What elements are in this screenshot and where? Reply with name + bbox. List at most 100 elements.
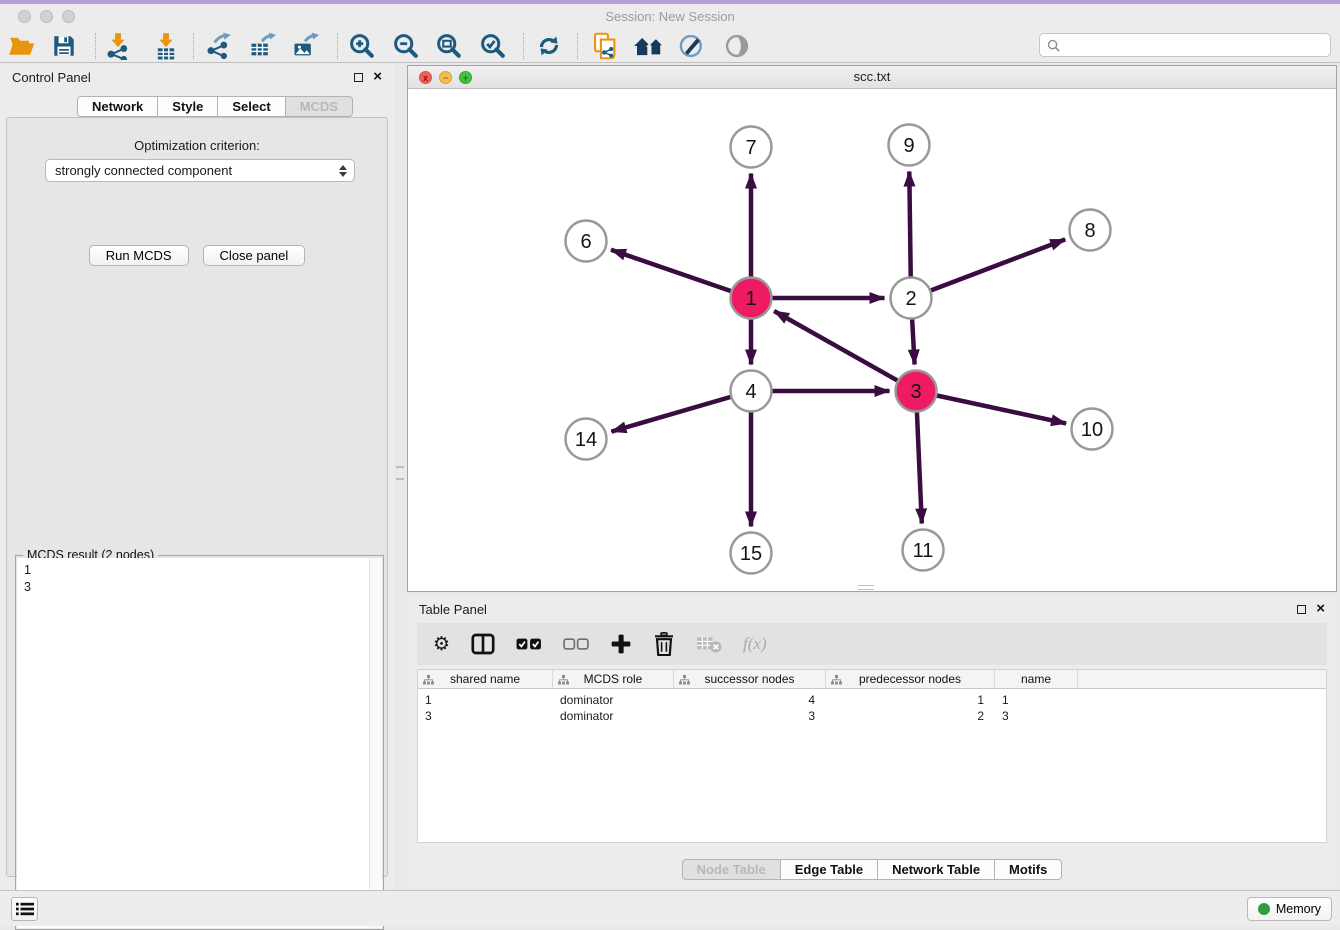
panel-splitter-grip[interactable] — [396, 466, 404, 480]
save-session-button[interactable] — [47, 31, 81, 61]
tab-node-table[interactable]: Node Table — [682, 859, 781, 880]
node-8[interactable]: 8 — [1070, 210, 1111, 251]
node-11[interactable]: 11 — [903, 530, 944, 571]
deselect-all-button[interactable] — [563, 629, 589, 659]
toolbar-separator — [523, 33, 524, 59]
window-close-button[interactable] — [18, 10, 31, 23]
network-window-titlebar[interactable]: x − + scc.txt — [408, 66, 1336, 89]
column-header-name[interactable]: name — [995, 670, 1078, 688]
table-row[interactable]: 3dominator323 — [418, 708, 1326, 724]
node-15[interactable]: 15 — [731, 533, 772, 574]
unchecked-boxes-icon — [563, 638, 589, 650]
column-header-label: predecessor nodes — [859, 672, 961, 686]
node-6[interactable]: 6 — [566, 221, 607, 262]
search-input[interactable] — [1065, 38, 1323, 53]
table-settings-button[interactable]: ⚙ — [433, 629, 450, 659]
network-view-window: x − + scc.txt 7 9 6 8 1 2 4 3 14 10 15 11 — [407, 65, 1337, 592]
edge-3-1[interactable] — [774, 311, 916, 391]
show-graphics-details-button[interactable] — [720, 31, 754, 61]
table-row[interactable]: 1dominator411 — [418, 692, 1326, 708]
zoom-fit-button[interactable] — [432, 31, 466, 61]
zoom-out-button[interactable] — [389, 31, 423, 61]
criterion-select[interactable]: strongly connected component — [45, 159, 355, 182]
delete-table-button[interactable] — [696, 629, 722, 659]
import-network-icon — [104, 32, 132, 60]
close-panel-button[interactable]: Close panel — [203, 245, 306, 266]
network-close-button[interactable]: x — [419, 71, 432, 84]
export-table-icon — [248, 32, 276, 60]
zoom-selected-icon — [478, 32, 508, 60]
float-table-panel-icon[interactable] — [1297, 605, 1306, 614]
tab-style[interactable]: Style — [157, 96, 218, 117]
svg-text:9: 9 — [903, 135, 914, 157]
network-zoom-button[interactable]: + — [459, 71, 472, 84]
result-scrollbar[interactable] — [369, 558, 382, 928]
column-header-successor-nodes[interactable]: successor nodes — [674, 670, 826, 688]
toggle-panel-layout-button[interactable] — [471, 629, 495, 659]
search-box[interactable] — [1039, 33, 1331, 57]
first-neighbors-button[interactable] — [632, 31, 666, 61]
memory-button[interactable]: Memory — [1247, 897, 1332, 921]
zoom-selected-button[interactable] — [476, 31, 510, 61]
memory-status-dot — [1258, 903, 1270, 915]
task-history-button[interactable] — [11, 897, 38, 921]
tab-select[interactable]: Select — [217, 96, 285, 117]
edge-4-14[interactable] — [611, 391, 751, 432]
zoom-fit-icon — [434, 32, 464, 60]
network-resize-grip[interactable] — [858, 585, 874, 590]
open-file-button[interactable] — [5, 31, 39, 61]
run-mcds-button[interactable]: Run MCDS — [89, 245, 189, 266]
edge-1-6[interactable] — [611, 250, 751, 298]
vizmapper-button[interactable] — [675, 31, 709, 61]
toolbar-separator — [577, 33, 578, 59]
svg-text:7: 7 — [745, 137, 756, 159]
node-14[interactable]: 14 — [566, 419, 607, 460]
edge-2-8[interactable] — [911, 239, 1065, 298]
eye-icon — [723, 34, 751, 58]
tab-network-table[interactable]: Network Table — [877, 859, 995, 880]
column-header-label: shared name — [450, 672, 520, 686]
tab-edge-table[interactable]: Edge Table — [780, 859, 878, 880]
edge-3-10[interactable] — [916, 391, 1066, 423]
column-header-mcds-role[interactable]: MCDS role — [553, 670, 674, 688]
function-builder-button[interactable]: f(x) — [743, 629, 767, 659]
export-network-button[interactable] — [201, 31, 235, 61]
export-image-button[interactable] — [288, 31, 322, 61]
apply-layout-button[interactable] — [532, 31, 566, 61]
mcds-result-group: MCDS result (2 nodes) 13 — [15, 555, 384, 930]
network-from-selection-button[interactable] — [588, 31, 622, 61]
column-header-shared-name[interactable]: shared name — [418, 670, 553, 688]
export-table-button[interactable] — [245, 31, 279, 61]
network-minimize-button[interactable]: − — [439, 71, 452, 84]
node-1[interactable]: 1 — [731, 278, 772, 319]
select-all-button[interactable] — [516, 629, 542, 659]
houses-icon — [633, 34, 665, 58]
node-9[interactable]: 9 — [889, 125, 930, 166]
column-header-predecessor-nodes[interactable]: predecessor nodes — [826, 670, 995, 688]
tab-motifs[interactable]: Motifs — [994, 859, 1062, 880]
svg-text:3: 3 — [910, 381, 921, 403]
zoom-in-button[interactable] — [345, 31, 379, 61]
window-minimize-button[interactable] — [40, 10, 53, 23]
node-2[interactable]: 2 — [891, 278, 932, 319]
zoom-out-icon — [391, 32, 421, 60]
float-panel-icon[interactable] — [354, 73, 363, 82]
node-7[interactable]: 7 — [731, 127, 772, 168]
close-table-panel-icon[interactable]: × — [1316, 603, 1325, 615]
tab-network[interactable]: Network — [77, 96, 158, 117]
tab-mcds[interactable]: MCDS — [285, 96, 353, 117]
node-10[interactable]: 10 — [1072, 409, 1113, 450]
delete-columns-button[interactable] — [653, 629, 675, 659]
node-4[interactable]: 4 — [731, 371, 772, 412]
node-3[interactable]: 3 — [896, 371, 937, 412]
create-column-button[interactable] — [610, 629, 632, 659]
import-table-button[interactable] — [149, 31, 183, 61]
window-zoom-button[interactable] — [62, 10, 75, 23]
close-panel-icon[interactable]: × — [373, 71, 382, 83]
svg-text:2: 2 — [905, 288, 916, 310]
network-canvas[interactable]: 7 9 6 8 1 2 4 3 14 10 15 11 — [408, 89, 1336, 591]
status-bar: Memory — [0, 890, 1340, 926]
import-network-button[interactable] — [101, 31, 135, 61]
mcds-result-list[interactable]: 13 — [17, 558, 369, 928]
column-header-label: MCDS role — [584, 672, 643, 686]
